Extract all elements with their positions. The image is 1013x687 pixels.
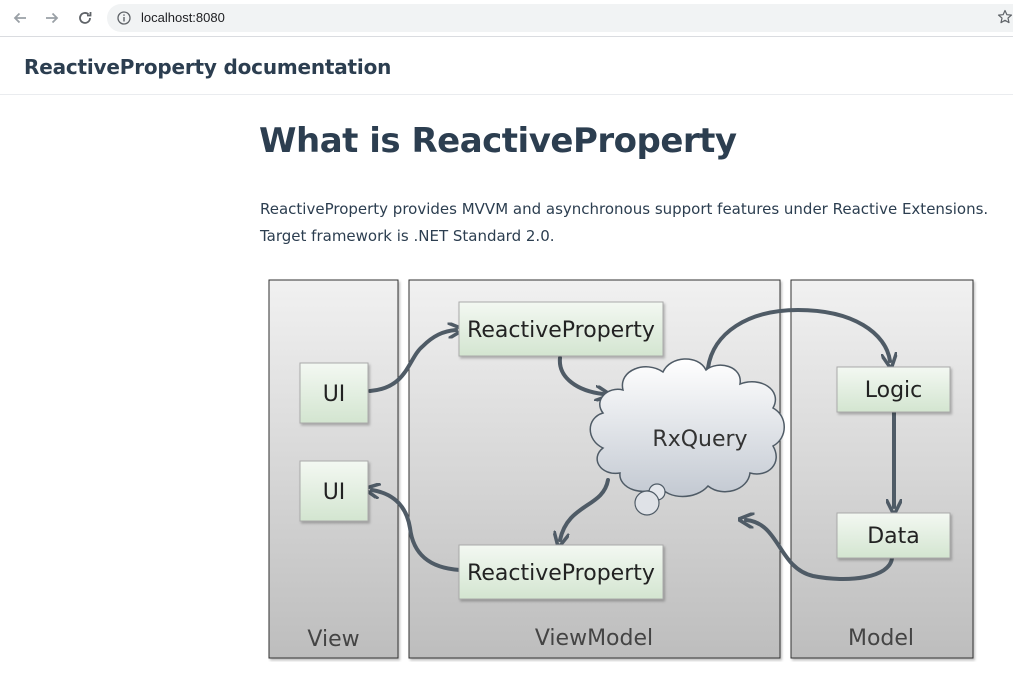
reactiveproperty-top-label: ReactiveProperty: [467, 318, 655, 343]
site-header: ReactiveProperty documentation: [0, 37, 1013, 95]
architecture-diagram: View ViewModel Model RxQuery UI UI React…: [268, 279, 974, 659]
logic-node: Logic: [836, 366, 951, 413]
viewmodel-layer-label: ViewModel: [535, 626, 653, 651]
reload-icon[interactable]: [75, 8, 95, 28]
ui-top-node: UI: [299, 362, 369, 424]
url-text[interactable]: localhost:8080: [141, 10, 225, 25]
reactiveproperty-bottom-label: ReactiveProperty: [467, 561, 655, 586]
address-bar[interactable]: localhost:8080: [107, 4, 1013, 32]
star-icon[interactable]: [997, 9, 1013, 30]
model-layer-label: Model: [848, 626, 914, 651]
ui-top-label: UI: [323, 382, 346, 407]
rxquery-label: RxQuery: [652, 427, 747, 452]
back-arrow-icon[interactable]: [10, 8, 30, 28]
reactiveproperty-bottom-node: ReactiveProperty: [458, 544, 664, 600]
page-title: What is ReactiveProperty: [259, 121, 737, 161]
reactiveproperty-top-node: ReactiveProperty: [458, 301, 664, 357]
forward-arrow-icon[interactable]: [42, 8, 62, 28]
data-node: Data: [836, 512, 951, 559]
info-icon[interactable]: [117, 11, 131, 30]
view-layer-label: View: [307, 627, 359, 652]
ui-bottom-label: UI: [323, 480, 346, 505]
site-name-link[interactable]: ReactiveProperty documentation: [24, 55, 391, 79]
model-panel: Model: [790, 279, 974, 659]
browser-toolbar: localhost:8080: [0, 0, 1013, 37]
ui-bottom-node: UI: [299, 460, 369, 522]
intro-paragraph: ReactiveProperty provides MVVM and async…: [260, 200, 989, 245]
logic-label: Logic: [865, 378, 923, 403]
data-label: Data: [867, 524, 920, 549]
